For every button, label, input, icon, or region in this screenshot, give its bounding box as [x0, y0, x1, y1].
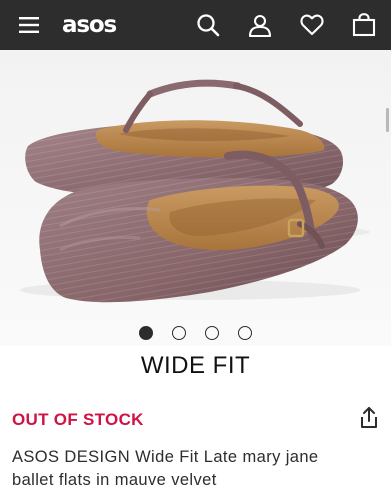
bag-icon	[352, 13, 376, 37]
product-image-gallery[interactable]	[0, 50, 391, 346]
wide-fit-banner: WIDE FIT	[0, 346, 391, 386]
account-icon	[248, 14, 272, 37]
gallery-pagination	[0, 326, 391, 340]
saved-items-button[interactable]	[297, 0, 327, 50]
scrollbar-thumb[interactable]	[386, 108, 389, 132]
gallery-dot-1[interactable]	[139, 326, 153, 340]
stock-status: OUT OF STOCK	[12, 410, 144, 429]
share-icon	[361, 407, 377, 428]
search-button[interactable]	[193, 0, 223, 50]
product-info: OUT OF STOCK ASOS DESIGN Wide Fit Late m…	[0, 392, 391, 500]
gallery-dot-3[interactable]	[205, 326, 219, 340]
heart-icon	[300, 14, 324, 36]
wide-fit-label: WIDE FIT	[140, 352, 251, 379]
hamburger-menu-button[interactable]	[14, 0, 44, 50]
asos-logo[interactable]: asos	[58, 0, 120, 50]
gallery-dot-4[interactable]	[238, 326, 252, 340]
logo-text: asos	[62, 12, 117, 38]
account-button[interactable]	[245, 0, 275, 50]
top-nav-bar: asos	[0, 0, 391, 50]
gallery-dot-2[interactable]	[172, 326, 186, 340]
share-button[interactable]	[355, 404, 383, 432]
bag-button[interactable]	[349, 0, 379, 50]
product-image	[20, 79, 370, 303]
product-title: ASOS DESIGN Wide Fit Late mary jane ball…	[12, 448, 319, 489]
hamburger-menu-icon	[19, 17, 39, 33]
search-icon	[197, 14, 220, 37]
